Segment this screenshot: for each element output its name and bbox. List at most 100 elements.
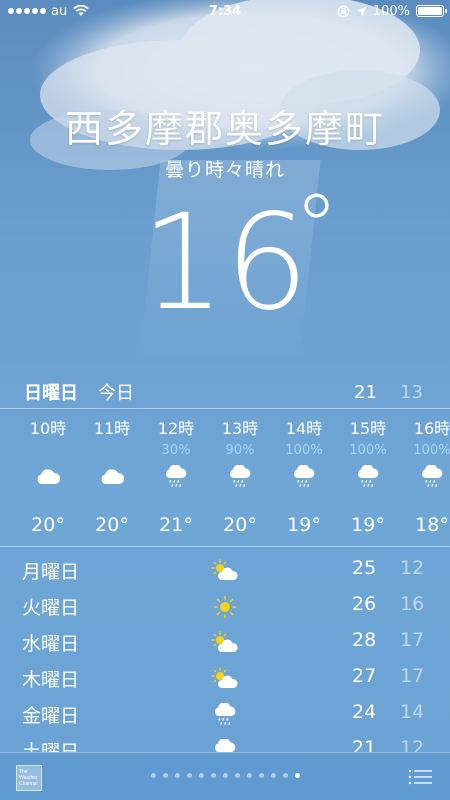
day-low: 12 [400, 737, 425, 753]
page-indicator[interactable] [0, 773, 450, 778]
hour-temperature: 19° [287, 514, 321, 536]
day-name: 木曜日 [22, 669, 80, 691]
hour-time: 16時 [413, 419, 450, 438]
page-dot[interactable] [270, 773, 276, 778]
day-low: 14 [400, 701, 425, 723]
location-arrow-icon [356, 6, 367, 16]
day-high: 26 [352, 593, 377, 615]
today-label: 今日 [98, 383, 134, 404]
precipitation-chance: 100% [285, 443, 323, 458]
precipitation-chance: 90% [225, 443, 255, 458]
hour-time: 14時 [285, 419, 323, 438]
hour-time: 13時 [221, 419, 259, 438]
hourly-item: 16時 100% 18° [400, 418, 450, 536]
daily-row: 水曜日 28 17 [0, 625, 450, 661]
day-name: 月曜日 [22, 561, 80, 583]
divider-middle [0, 546, 450, 547]
day-name: 金曜日 [22, 705, 80, 727]
page-dot[interactable] [174, 773, 180, 778]
rain-cloud-icon [272, 462, 336, 492]
degree-symbol: ° [293, 175, 339, 280]
page-dot[interactable] [282, 773, 288, 778]
daily-row: 土曜日 21 12 [0, 733, 450, 753]
page-dot[interactable] [162, 773, 168, 778]
hourly-item: 10時 20° [16, 418, 80, 536]
precipitation-chance: 30% [161, 443, 191, 458]
daily-forecast[interactable]: 月曜日 25 12 火曜日 26 16 水曜日 28 17 木曜日 27 17 金曜日 24 14 土曜日 21… [0, 553, 450, 753]
precipitation-chance [16, 440, 80, 462]
day-low: 12 [400, 557, 425, 579]
hourly-item: 11時 20° [80, 418, 144, 536]
precipitation-chance: 100% [413, 443, 450, 458]
rain-cloud-icon [336, 462, 400, 492]
rain-cloud-icon [210, 701, 240, 729]
day-high: 21 [352, 737, 377, 753]
hourly-item: 13時 90% 20° [208, 418, 272, 536]
current-temperature-value: 16 [141, 186, 309, 340]
battery-percent: 100% [372, 3, 410, 19]
hour-time: 12時 [157, 419, 195, 438]
current-temperature: 16 ° [0, 175, 450, 340]
day-high: 28 [352, 629, 377, 651]
cloud-icon [16, 462, 80, 492]
sun-icon [210, 593, 240, 621]
day-low: 16 [400, 593, 425, 615]
footer-toolbar: The Weather Channel [0, 752, 450, 800]
hourly-item: 12時 30% 21° [144, 418, 208, 536]
day-high: 24 [352, 701, 377, 723]
page-dot[interactable] [210, 773, 216, 778]
rain-cloud-icon [208, 462, 272, 492]
list-icon[interactable] [408, 769, 432, 785]
precipitation-chance: 100% [349, 443, 387, 458]
day-name: 水曜日 [22, 633, 80, 655]
page-dot[interactable] [222, 773, 228, 778]
rain-cloud-icon [210, 737, 240, 753]
daily-row: 月曜日 25 12 [0, 553, 450, 589]
partly-sunny-icon [210, 629, 240, 657]
precipitation-chance [80, 440, 144, 462]
page-dot[interactable] [294, 773, 300, 778]
hour-time: 10時 [29, 419, 67, 438]
partly-sunny-icon [210, 557, 240, 585]
daily-row: 木曜日 27 17 [0, 661, 450, 697]
location-name: 西多摩郡奥多摩町 [64, 107, 385, 151]
day-high: 27 [352, 665, 377, 687]
page-dot[interactable] [186, 773, 192, 778]
hour-temperature: 18° [415, 514, 449, 536]
today-day-name: 日曜日 [24, 383, 78, 404]
hour-temperature: 19° [351, 514, 385, 536]
day-high: 25 [352, 557, 377, 579]
day-name: 火曜日 [22, 597, 80, 619]
today-low: 13 [400, 381, 423, 403]
hourly-item: 14時 100% 19° [272, 418, 336, 536]
battery-icon [416, 5, 447, 17]
page-dot[interactable] [258, 773, 264, 778]
hour-time: 11時 [93, 419, 131, 438]
cloud-icon [80, 462, 144, 492]
weather-condition: 曇り時々晴れ [164, 159, 285, 181]
page-dot[interactable] [234, 773, 240, 778]
day-low: 17 [400, 665, 425, 687]
hour-temperature: 20° [95, 514, 129, 536]
orientation-lock-icon [337, 5, 350, 17]
hourly-forecast[interactable]: 10時 20° 11時 20° 12時 30% 21° 13時 90% 20° 14時 100% 19°… [0, 418, 450, 542]
page-dot[interactable] [246, 773, 252, 778]
hour-temperature: 21° [159, 514, 193, 536]
page-dot[interactable] [150, 773, 156, 778]
day-name: 土曜日 [22, 741, 80, 753]
hour-temperature: 20° [223, 514, 257, 536]
rain-cloud-icon [144, 462, 208, 492]
hour-time: 15時 [349, 419, 387, 438]
partly-sunny-icon [210, 665, 240, 693]
daily-row: 金曜日 24 14 [0, 697, 450, 733]
hour-temperature: 20° [31, 514, 65, 536]
day-low: 17 [400, 629, 425, 651]
today-high: 21 [354, 381, 377, 403]
page-dot[interactable] [198, 773, 204, 778]
hourly-item: 15時 100% 19° [336, 418, 400, 536]
rain-cloud-icon [400, 462, 450, 492]
status-bar: au 7:34 100% [0, 0, 450, 22]
daily-row: 火曜日 26 16 [0, 589, 450, 625]
today-summary: 日曜日 今日 21 13 [0, 378, 450, 406]
weather-channel-logo[interactable]: The Weather Channel [16, 765, 42, 791]
